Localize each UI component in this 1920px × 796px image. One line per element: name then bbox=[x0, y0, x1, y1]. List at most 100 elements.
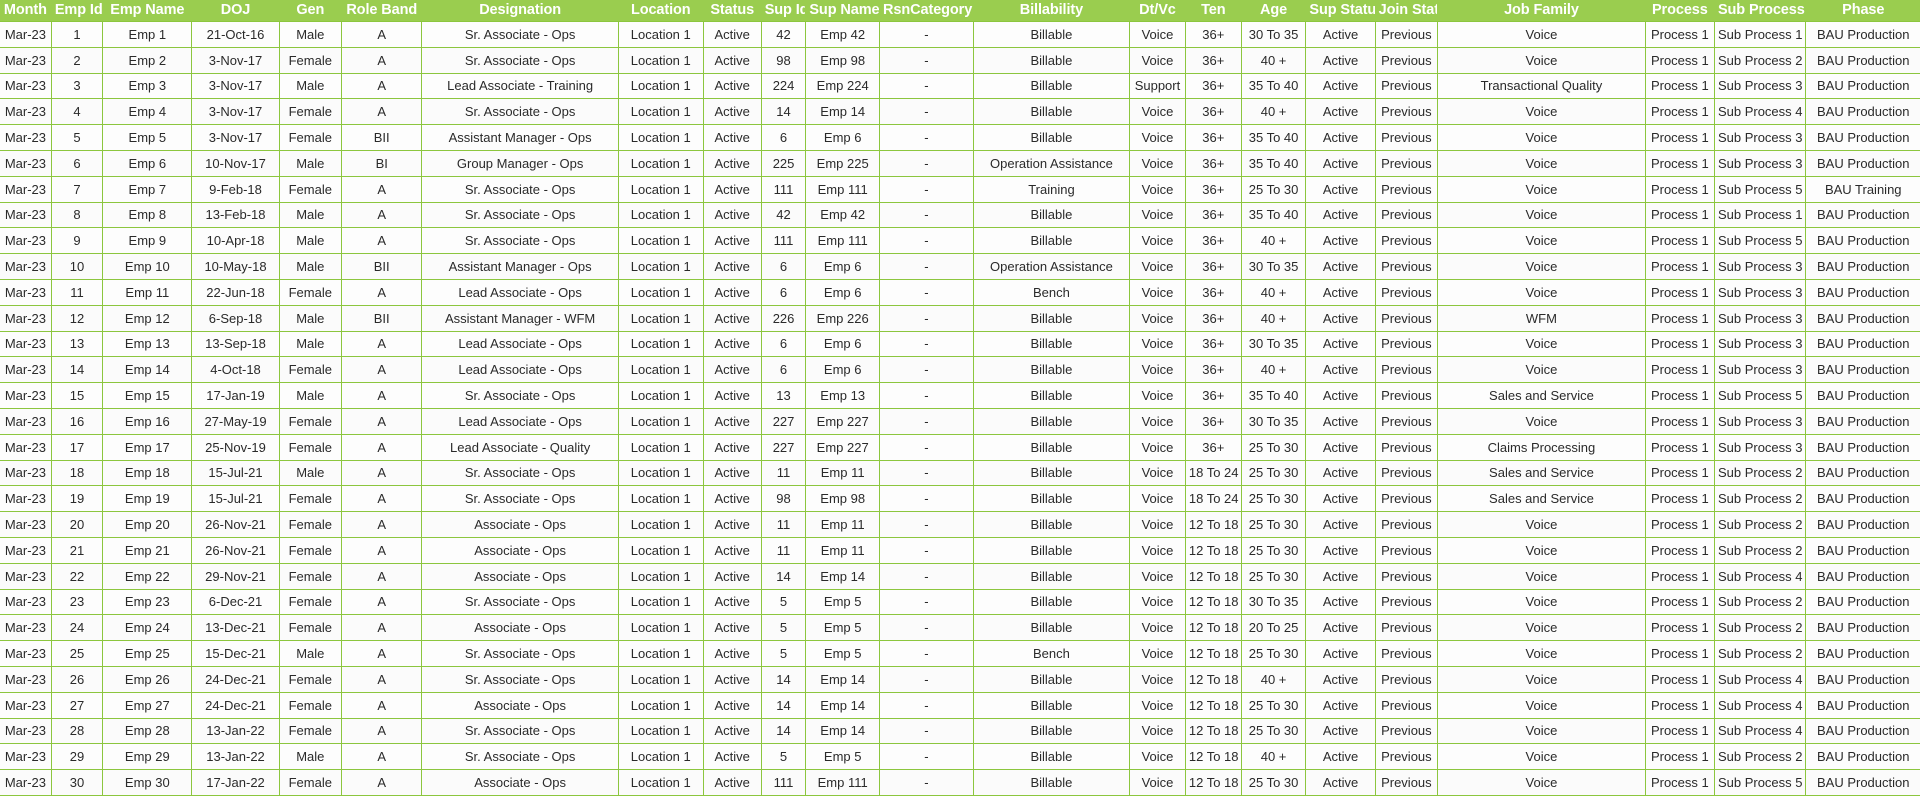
cell-dt-vc[interactable]: Voice bbox=[1129, 640, 1186, 667]
cell-rsn-category[interactable]: - bbox=[879, 21, 974, 48]
cell-job-family[interactable]: Voice bbox=[1437, 356, 1646, 384]
cell-dt-vc[interactable]: Voice bbox=[1129, 743, 1186, 771]
cell-sup-name[interactable]: Emp 14 bbox=[805, 666, 881, 693]
cell-dt-vc[interactable]: Voice bbox=[1129, 614, 1186, 642]
cell-sup-status[interactable]: Active bbox=[1305, 382, 1376, 409]
cell-sub-process[interactable]: Sub Process 3 bbox=[1714, 73, 1807, 100]
cell-sup-id[interactable]: 14 bbox=[761, 666, 807, 693]
cell-sub-process[interactable]: Sub Process 2 bbox=[1714, 537, 1807, 564]
cell-sub-process[interactable]: Sub Process 3 bbox=[1714, 279, 1807, 306]
cell-rsn-category[interactable]: - bbox=[879, 253, 974, 280]
cell-sub-process[interactable]: Sub Process 2 bbox=[1714, 640, 1807, 667]
table-row[interactable]: Mar-23 28 Emp 28 13-Jan-22 Female A Sr. Associ… bbox=[0, 718, 1920, 745]
cell-doj[interactable]: 10-May-18 bbox=[191, 253, 280, 280]
cell-phase[interactable]: BAU Production bbox=[1805, 47, 1920, 74]
cell-join-stat[interactable]: Previous bbox=[1375, 73, 1439, 100]
cell-emp-id[interactable]: 4 bbox=[51, 98, 104, 126]
cell-rsn-category[interactable]: - bbox=[879, 408, 974, 435]
column-header-month[interactable]: Month bbox=[0, 0, 52, 22]
cell-join-stat[interactable]: Previous bbox=[1375, 21, 1439, 48]
cell-role-band[interactable]: A bbox=[341, 73, 423, 100]
cell-dt-vc[interactable]: Voice bbox=[1129, 356, 1186, 384]
cell-designation[interactable]: Sr. Associate - Ops bbox=[421, 589, 619, 616]
cell-status[interactable]: Active bbox=[703, 485, 762, 513]
cell-role-band[interactable]: A bbox=[341, 692, 423, 719]
cell-emp-id[interactable]: 24 bbox=[51, 614, 104, 642]
cell-sub-process[interactable]: Sub Process 4 bbox=[1714, 98, 1807, 126]
cell-role-band[interactable]: A bbox=[341, 21, 423, 48]
cell-emp-id[interactable]: 5 bbox=[51, 124, 104, 151]
cell-gen[interactable]: Female bbox=[279, 176, 343, 203]
cell-ten[interactable]: 18 To 24 bbox=[1185, 485, 1242, 513]
cell-doj[interactable]: 17-Jan-19 bbox=[191, 382, 280, 409]
cell-sub-process[interactable]: Sub Process 1 bbox=[1714, 202, 1807, 229]
cell-emp-name[interactable]: Emp 9 bbox=[102, 227, 193, 255]
column-header-age[interactable]: Age bbox=[1241, 0, 1307, 22]
cell-designation[interactable]: Lead Associate - Ops bbox=[421, 408, 619, 435]
cell-phase[interactable]: BAU Production bbox=[1805, 124, 1920, 151]
cell-month[interactable]: Mar-23 bbox=[0, 73, 52, 100]
cell-rsn-category[interactable]: - bbox=[879, 73, 974, 100]
cell-role-band[interactable]: A bbox=[341, 718, 423, 745]
cell-process[interactable]: Process 1 bbox=[1645, 614, 1715, 642]
cell-designation[interactable]: Sr. Associate - Ops bbox=[421, 98, 619, 126]
cell-ten[interactable]: 36+ bbox=[1185, 356, 1242, 384]
cell-emp-id[interactable]: 15 bbox=[51, 382, 104, 409]
column-header-sub-process[interactable]: Sub Process bbox=[1714, 0, 1807, 22]
cell-sub-process[interactable]: Sub Process 3 bbox=[1714, 356, 1807, 384]
cell-sup-id[interactable]: 5 bbox=[761, 640, 807, 667]
cell-process[interactable]: Process 1 bbox=[1645, 769, 1715, 796]
cell-sub-process[interactable]: Sub Process 3 bbox=[1714, 331, 1807, 358]
cell-role-band[interactable]: A bbox=[341, 769, 423, 796]
cell-age[interactable]: 25 To 30 bbox=[1241, 460, 1307, 487]
table-row[interactable]: Mar-23 12 Emp 12 6-Sep-18 Male BII Assistant M… bbox=[0, 305, 1920, 332]
column-header-dt-vc[interactable]: Dt/Vc bbox=[1129, 0, 1186, 22]
cell-phase[interactable]: BAU Production bbox=[1805, 21, 1920, 48]
cell-billability[interactable]: Billable bbox=[973, 356, 1131, 384]
cell-sup-name[interactable]: Emp 6 bbox=[805, 331, 881, 358]
cell-process[interactable]: Process 1 bbox=[1645, 253, 1715, 280]
cell-sup-id[interactable]: 111 bbox=[761, 769, 807, 796]
cell-sup-status[interactable]: Active bbox=[1305, 692, 1376, 719]
cell-phase[interactable]: BAU Production bbox=[1805, 434, 1920, 461]
cell-billability[interactable]: Billable bbox=[973, 511, 1131, 538]
cell-rsn-category[interactable]: - bbox=[879, 563, 974, 590]
cell-ten[interactable]: 12 To 18 bbox=[1185, 614, 1242, 642]
cell-month[interactable]: Mar-23 bbox=[0, 434, 52, 461]
cell-role-band[interactable]: A bbox=[341, 614, 423, 642]
cell-doj[interactable]: 9-Feb-18 bbox=[191, 176, 280, 203]
cell-process[interactable]: Process 1 bbox=[1645, 563, 1715, 590]
cell-job-family[interactable]: WFM bbox=[1437, 305, 1646, 332]
cell-ten[interactable]: 12 To 18 bbox=[1185, 537, 1242, 564]
cell-designation[interactable]: Lead Associate - Ops bbox=[421, 331, 619, 358]
cell-dt-vc[interactable]: Voice bbox=[1129, 150, 1186, 177]
cell-sup-name[interactable]: Emp 14 bbox=[805, 692, 881, 719]
cell-process[interactable]: Process 1 bbox=[1645, 640, 1715, 667]
table-row[interactable]: Mar-23 20 Emp 20 26-Nov-21 Female A Associate … bbox=[0, 511, 1920, 538]
cell-designation[interactable]: Sr. Associate - Ops bbox=[421, 640, 619, 667]
cell-gen[interactable]: Male bbox=[279, 227, 343, 255]
cell-join-stat[interactable]: Previous bbox=[1375, 769, 1439, 796]
table-row[interactable]: Mar-23 22 Emp 22 29-Nov-21 Female A Associate … bbox=[0, 563, 1920, 590]
cell-sup-status[interactable]: Active bbox=[1305, 511, 1376, 538]
cell-phase[interactable]: BAU Production bbox=[1805, 511, 1920, 538]
cell-rsn-category[interactable]: - bbox=[879, 460, 974, 487]
cell-emp-id[interactable]: 9 bbox=[51, 227, 104, 255]
cell-gen[interactable]: Male bbox=[279, 640, 343, 667]
cell-process[interactable]: Process 1 bbox=[1645, 537, 1715, 564]
cell-location[interactable]: Location 1 bbox=[618, 253, 704, 280]
cell-doj[interactable]: 3-Nov-17 bbox=[191, 73, 280, 100]
cell-role-band[interactable]: A bbox=[341, 176, 423, 203]
cell-dt-vc[interactable]: Support bbox=[1129, 73, 1186, 100]
cell-gen[interactable]: Female bbox=[279, 485, 343, 513]
cell-age[interactable]: 25 To 30 bbox=[1241, 511, 1307, 538]
cell-join-stat[interactable]: Previous bbox=[1375, 408, 1439, 435]
cell-emp-name[interactable]: Emp 1 bbox=[102, 21, 193, 48]
cell-join-stat[interactable]: Previous bbox=[1375, 305, 1439, 332]
cell-month[interactable]: Mar-23 bbox=[0, 640, 52, 667]
cell-job-family[interactable]: Voice bbox=[1437, 150, 1646, 177]
cell-ten[interactable]: 36+ bbox=[1185, 408, 1242, 435]
cell-process[interactable]: Process 1 bbox=[1645, 382, 1715, 409]
cell-join-stat[interactable]: Previous bbox=[1375, 202, 1439, 229]
cell-emp-id[interactable]: 18 bbox=[51, 460, 104, 487]
